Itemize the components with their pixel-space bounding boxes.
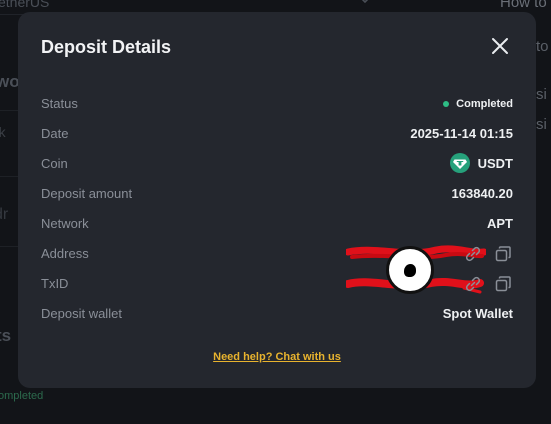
bg-field-label: rk <box>0 124 6 140</box>
cursor-indicator <box>386 246 434 294</box>
deposit-amount-row: Deposit amount 163840.20 <box>41 184 513 204</box>
link-icon[interactable] <box>464 245 482 263</box>
bg-right-text: si <box>536 116 547 133</box>
bg-divider <box>0 246 18 247</box>
date-row: Date 2025-11-14 01:15 <box>41 124 513 144</box>
network-value: APT <box>487 216 513 231</box>
bg-divider <box>0 176 18 177</box>
modal-title: Deposit Details <box>41 37 172 57</box>
bg-right-text: si <box>536 86 547 103</box>
bg-section-heading: wo <box>0 72 20 91</box>
close-button[interactable] <box>488 34 512 58</box>
chevron-down-icon <box>361 0 369 4</box>
address-label: Address <box>41 246 89 261</box>
bg-divider <box>0 110 18 111</box>
coin-row: Coin USDT <box>41 153 513 174</box>
tether-icon <box>449 153 470 173</box>
status-dot-icon <box>443 101 450 107</box>
deposit-amount-label: Deposit amount <box>41 186 133 201</box>
deposit-wallet-label: Deposit wallet <box>41 306 122 321</box>
txid-row: TxID <box>41 274 513 294</box>
deposit-details-modal: Deposit Details Status Completed Date 20… <box>18 12 536 388</box>
help-chat-link[interactable]: Need help? Chat with us <box>18 351 536 363</box>
txid-label: TxID <box>41 276 69 291</box>
bg-status-text: ompleted <box>0 390 44 402</box>
deposit-amount-value: 163840.20 <box>451 186 513 201</box>
coin-value: USDT <box>449 153 513 173</box>
copy-icon[interactable] <box>494 275 512 293</box>
bg-right-text: to <box>536 38 549 55</box>
date-label: Date <box>41 126 69 141</box>
copy-icon[interactable] <box>494 245 512 263</box>
link-icon[interactable] <box>464 275 482 293</box>
status-value: Completed <box>443 98 513 110</box>
bg-field-label: dr <box>0 206 9 223</box>
date-value: 2025-11-14 01:15 <box>410 126 513 141</box>
bg-how-to-heading: How to <box>500 0 547 11</box>
coin-label: Coin <box>41 156 68 171</box>
network-label: Network <box>41 216 89 231</box>
coin-text: USDT <box>477 155 513 171</box>
bg-asset-select: etherUS <box>0 0 50 10</box>
bg-section-heading: ts <box>0 326 12 345</box>
close-icon <box>492 38 508 54</box>
status-label: Status <box>41 96 78 111</box>
deposit-wallet-value: Spot Wallet <box>442 306 513 321</box>
status-row: Status Completed <box>41 94 513 114</box>
address-row: Address <box>41 244 513 264</box>
deposit-wallet-row: Deposit wallet Spot Wallet <box>41 304 513 324</box>
cursor-dot-icon <box>404 264 416 277</box>
status-text: Completed <box>456 98 513 110</box>
network-row: Network APT <box>41 214 513 234</box>
